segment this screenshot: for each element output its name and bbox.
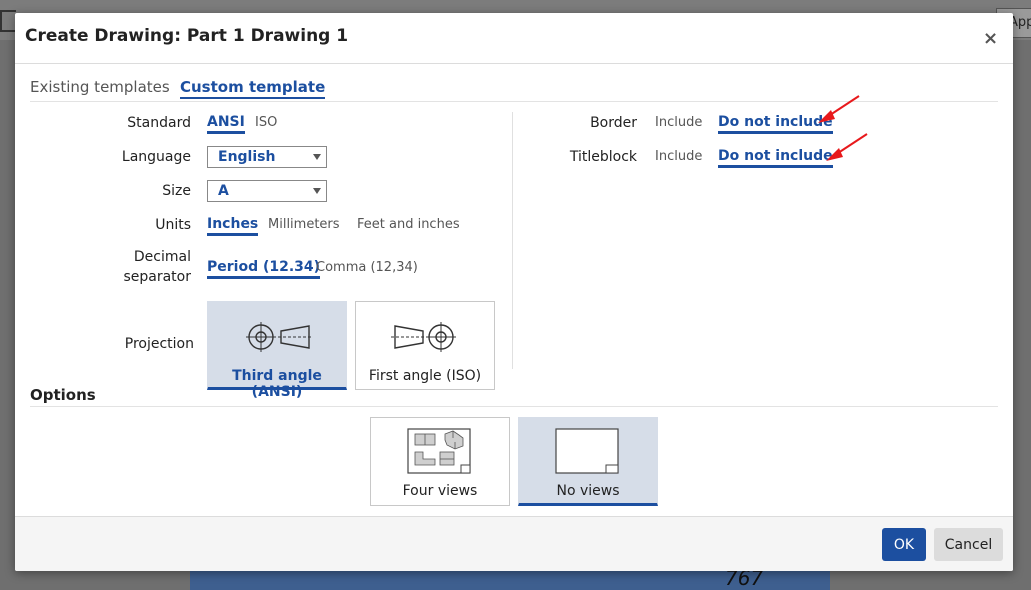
- units-option-feet-and-inches[interactable]: Feet and inches: [357, 217, 460, 232]
- border-option-include[interactable]: Include: [655, 115, 702, 130]
- units-label: Units: [155, 217, 191, 233]
- titleblock-option-include[interactable]: Include: [655, 149, 702, 164]
- standard-label: Standard: [127, 115, 191, 131]
- third-angle-label: Third angle (ANSI): [232, 368, 322, 400]
- header-divider: [15, 63, 1013, 64]
- standard-option-ansi[interactable]: ANSI: [207, 114, 245, 134]
- language-select[interactable]: English: [207, 146, 327, 168]
- units-option-inches[interactable]: Inches: [207, 216, 259, 236]
- projection-label: Projection: [124, 336, 194, 352]
- decimal-option-comma[interactable]: Comma (12,34): [316, 260, 418, 275]
- close-icon[interactable]: ×: [983, 29, 998, 49]
- ok-button[interactable]: OK: [882, 528, 926, 561]
- no-views-icon: [555, 428, 619, 474]
- dropdown-caret-icon: [313, 188, 321, 194]
- four-views-label: Four views: [402, 483, 478, 499]
- language-label: Language: [121, 149, 191, 165]
- projection-third-angle-card[interactable]: Third angle (ANSI): [207, 301, 347, 400]
- dialog-footer: [15, 517, 1013, 571]
- options-heading: Options: [30, 386, 96, 404]
- first-angle-projection-icon: [391, 322, 456, 352]
- dialog-title: Create Drawing: Part 1 Drawing 1: [25, 26, 349, 46]
- tab-custom-template[interactable]: Custom template: [180, 78, 326, 99]
- border-label: Border: [590, 115, 637, 131]
- size-select-value: A: [218, 183, 229, 199]
- annotation-arrow: [818, 95, 860, 123]
- view-four-views-card[interactable]: Four views: [370, 417, 510, 506]
- first-angle-label: First angle (ISO): [368, 368, 482, 384]
- tab-existing-templates[interactable]: Existing templates: [30, 78, 170, 96]
- create-drawing-dialog: Create Drawing: Part 1 Drawing 1 × Exist…: [15, 13, 1013, 571]
- no-views-label: No views: [556, 483, 620, 499]
- view-no-views-card[interactable]: No views: [518, 417, 658, 506]
- four-views-icon: [407, 428, 471, 474]
- standard-option-iso[interactable]: ISO: [255, 115, 277, 130]
- dropdown-caret-icon: [313, 154, 321, 160]
- third-angle-projection-icon: [246, 322, 313, 352]
- size-select[interactable]: A: [207, 180, 327, 202]
- size-label: Size: [162, 183, 191, 199]
- titleblock-option-do-not-include[interactable]: Do not include: [718, 148, 833, 168]
- decimal-option-period[interactable]: Period (12.34): [207, 259, 321, 279]
- projection-first-angle-card[interactable]: First angle (ISO): [355, 301, 495, 390]
- annotation-arrow: [826, 133, 868, 161]
- units-option-millimeters[interactable]: Millimeters: [268, 217, 340, 232]
- decimal-separator-label-line2: separator: [123, 269, 191, 285]
- options-divider: [30, 406, 998, 407]
- titleblock-label: Titleblock: [569, 149, 637, 165]
- language-select-value: English: [218, 149, 276, 165]
- decimal-separator-label-line1: Decimal: [133, 249, 191, 265]
- background-folder-icon: [0, 10, 16, 32]
- column-divider: [512, 112, 513, 369]
- cancel-button[interactable]: Cancel: [934, 528, 1003, 561]
